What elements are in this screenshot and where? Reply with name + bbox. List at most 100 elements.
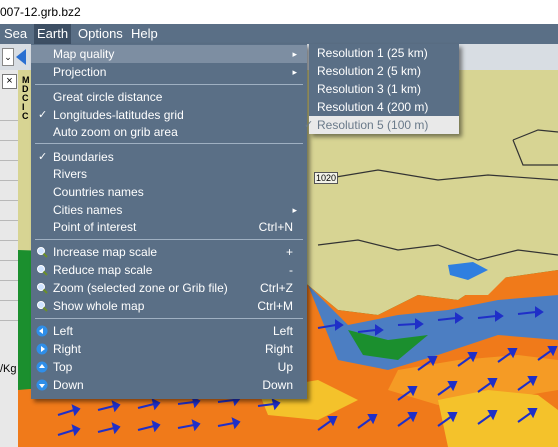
submenu-item-label: Resolution 5 (100 m) (317, 118, 429, 132)
menu-item-map-quality[interactable]: Map quality ▸ (31, 45, 307, 63)
menu-item-countries-names[interactable]: Countries names (31, 183, 307, 201)
menu-item-rivers[interactable]: Rivers (31, 165, 307, 183)
panel-divider (0, 240, 18, 241)
arrow-down-icon (36, 379, 48, 391)
menu-item-label: Map quality (53, 47, 115, 61)
menu-item-label: Top (53, 360, 73, 374)
menu-item-label: Boundaries (53, 150, 114, 164)
submenu-item-resolution-4[interactable]: Resolution 4 (200 m) (309, 98, 459, 116)
menu-item-projection[interactable]: Projection ▸ (31, 63, 307, 81)
left-side-panel: × /Kg (0, 70, 19, 447)
check-icon: ✓ (304, 119, 314, 131)
panel-divider (0, 280, 18, 281)
menu-item-label: Down (53, 378, 84, 392)
panel-divider (0, 260, 18, 261)
check-icon: ✓ (38, 151, 48, 163)
menu-separator (35, 143, 303, 144)
menu-item-reduce-scale[interactable]: Reduce map scale - (31, 261, 307, 279)
menu-item-label: Longitudes-latitudes grid (53, 108, 184, 122)
menu-item-label: Great circle distance (53, 90, 163, 104)
menu-sea[interactable]: Sea (1, 24, 30, 44)
isobar-label: 1020 (314, 172, 339, 184)
panel-divider (0, 180, 18, 181)
menu-item-label: Projection (53, 65, 107, 79)
menu-item-show-whole-map[interactable]: Show whole map Ctrl+M (31, 297, 307, 315)
arrow-up-icon (36, 361, 48, 373)
back-arrow-icon[interactable] (16, 49, 26, 65)
zoom-icon (37, 283, 48, 294)
submenu-item-label: Resolution 3 (1 km) (317, 82, 422, 96)
submenu-arrow-icon: ▸ (292, 67, 297, 77)
panel-divider (0, 140, 18, 141)
menu-item-lon-lat-grid[interactable]: ✓ Longitudes-latitudes grid (31, 106, 307, 124)
submenu-item-resolution-2[interactable]: Resolution 2 (5 km) (309, 62, 459, 80)
menu-item-label: Reduce map scale (53, 263, 153, 277)
menu-item-cities-names[interactable]: Cities names ▸ (31, 201, 307, 219)
menu-item-increase-scale[interactable]: Increase map scale + (31, 243, 307, 261)
menu-bar: Sea Earth Options Help (0, 24, 558, 44)
shortcut-label: Ctrl+M (257, 299, 293, 313)
map-info-letters: M D C I C (22, 75, 30, 121)
earth-menu: Map quality ▸ Projection ▸ Great circle … (31, 44, 307, 399)
menu-item-top[interactable]: Top Up (31, 358, 307, 376)
menu-item-boundaries[interactable]: ✓ Boundaries (31, 148, 307, 166)
menu-item-label: Zoom (selected zone or Grib file) (53, 281, 228, 295)
check-icon: ✓ (38, 109, 48, 121)
zoom-in-icon (37, 247, 48, 258)
close-icon[interactable]: × (2, 74, 17, 89)
menu-earth[interactable]: Earth (34, 24, 72, 44)
menu-item-label: Increase map scale (53, 245, 158, 259)
shortcut-label: Right (264, 342, 293, 356)
submenu-arrow-icon: ▸ (292, 49, 297, 59)
shortcut-label: Down (262, 378, 293, 392)
menu-item-down[interactable]: Down Down (31, 376, 307, 394)
shortcut-label: Left (272, 324, 293, 338)
submenu-item-label: Resolution 1 (25 km) (317, 46, 428, 60)
menu-item-label: Point of interest (53, 220, 137, 234)
menu-item-label: Rivers (53, 167, 88, 181)
unit-label: /Kg (0, 363, 17, 375)
panel-divider (0, 220, 18, 221)
submenu-arrow-icon: ▸ (292, 205, 297, 215)
submenu-item-resolution-5[interactable]: ✓ Resolution 5 (100 m) (304, 116, 459, 134)
menu-item-right[interactable]: Right Right (31, 340, 307, 358)
menu-item-label: Auto zoom on grib area (53, 125, 178, 139)
arrow-right-icon (36, 343, 48, 355)
shortcut-label: - (289, 263, 293, 277)
magnifier-icon (37, 301, 48, 312)
menu-help[interactable]: Help (128, 24, 161, 44)
submenu-item-resolution-1[interactable]: Resolution 1 (25 km) (309, 44, 459, 62)
submenu-item-resolution-3[interactable]: Resolution 3 (1 km) (309, 80, 459, 98)
menu-item-auto-zoom[interactable]: Auto zoom on grib area (31, 123, 307, 141)
menu-item-great-circle[interactable]: Great circle distance (31, 88, 307, 106)
menu-item-point-of-interest[interactable]: Point of interest Ctrl+N (31, 218, 307, 236)
shortcut-label: Up (277, 360, 293, 374)
panel-divider (0, 160, 18, 161)
menu-separator (35, 84, 303, 85)
submenu-item-label: Resolution 2 (5 km) (317, 64, 422, 78)
menu-item-zoom[interactable]: Zoom (selected zone or Grib file) Ctrl+Z (31, 279, 307, 297)
menu-item-left[interactable]: Left Left (31, 322, 307, 340)
menu-separator (35, 239, 303, 240)
zoom-out-icon (37, 265, 48, 276)
arrow-left-icon (36, 325, 48, 337)
shortcut-label: + (285, 245, 293, 259)
menu-item-label: Countries names (53, 185, 144, 199)
shortcut-label: Ctrl+N (258, 220, 293, 234)
menu-item-label: Cities names (53, 203, 123, 217)
menu-separator (35, 318, 303, 319)
panel-divider (0, 120, 18, 121)
panel-divider (0, 200, 18, 201)
title-bar: 007-12.grb.bz2 (0, 0, 558, 24)
submenu-item-label: Resolution 4 (200 m) (317, 100, 429, 114)
panel-divider (0, 320, 18, 321)
map-quality-submenu: Resolution 1 (25 km) Resolution 2 (5 km)… (304, 44, 459, 134)
menu-item-label: Right (53, 342, 82, 356)
menu-item-label: Show whole map (53, 299, 145, 313)
menu-options[interactable]: Options (75, 24, 126, 44)
window-title: 007-12.grb.bz2 (0, 5, 81, 19)
menu-item-label: Left (53, 324, 74, 338)
toolbar-dropdown[interactable]: ⌄ (2, 48, 14, 66)
panel-divider (0, 300, 18, 301)
shortcut-label: Ctrl+Z (260, 281, 293, 295)
